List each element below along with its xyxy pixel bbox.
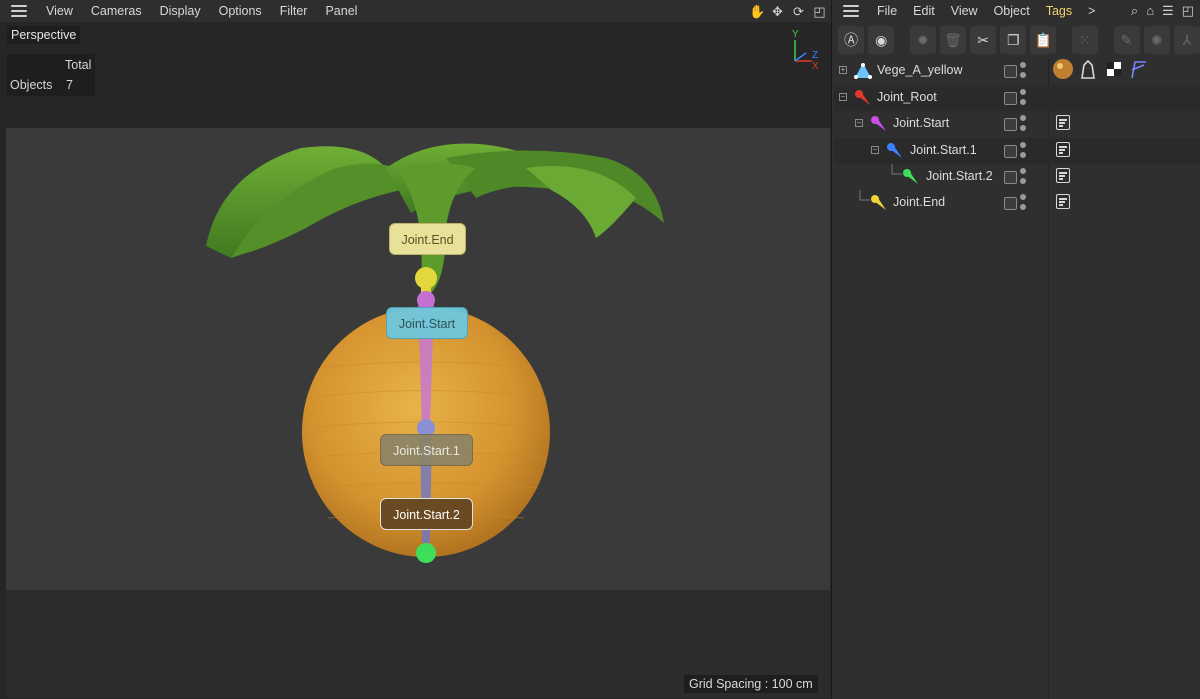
label-joint-start[interactable]: Joint.Start <box>386 307 468 339</box>
object-manager-menubar: File Edit View Object Tags > ⌕ ⌂ ☰ ◰ <box>832 0 1200 22</box>
grid-spacing-readout: Grid Spacing : 100 cm <box>684 675 818 693</box>
home-icon[interactable]: ⌂ <box>1146 3 1154 19</box>
om-menu-tags[interactable]: Tags <box>1038 4 1080 18</box>
joint-icon <box>855 90 870 105</box>
search-icon[interactable]: ⌕ <box>1131 3 1138 19</box>
hamburger-menu-icon[interactable] <box>11 5 27 17</box>
menu-view[interactable]: View <box>37 4 82 18</box>
label-joint-start2[interactable]: Joint.Start.2 <box>380 498 473 530</box>
editor-visibility-icon[interactable] <box>1004 65 1017 78</box>
om-menu-view[interactable]: View <box>943 4 986 18</box>
object-row-joint-start1[interactable]: − Joint.Start.1 <box>834 138 1200 164</box>
filter-icon[interactable]: ☰ <box>1162 3 1174 19</box>
collapse-toggle[interactable]: − <box>855 119 863 127</box>
label-joint-start1[interactable]: Joint.Start.1 <box>380 434 473 466</box>
material-icon[interactable]: ✺ <box>1143 26 1170 54</box>
visibility-dots-icon[interactable] <box>1020 89 1026 107</box>
viewport-sky <box>6 22 830 128</box>
object-row-joint-end[interactable]: Joint.End <box>834 190 1200 216</box>
object-mode-icon[interactable]: Ⓐ <box>838 26 865 54</box>
visibility-dots-icon[interactable] <box>1020 62 1026 80</box>
object-row-joint-root[interactable]: − Joint_Root <box>834 85 1200 111</box>
editor-visibility-icon[interactable] <box>1004 118 1017 131</box>
stats-row-value: 7 <box>66 78 73 92</box>
visibility-dots-icon[interactable] <box>1020 168 1026 186</box>
collapse-toggle[interactable]: − <box>871 146 879 154</box>
stats-row-label: Objects <box>10 78 53 92</box>
trash-icon[interactable]: 🗑 <box>939 26 967 54</box>
menu-cameras[interactable]: Cameras <box>82 4 151 18</box>
rotate-icon[interactable]: ⟳ <box>791 4 806 19</box>
joint-icon <box>871 195 886 210</box>
object-row-vege[interactable]: + Vege_A_yellow <box>834 58 1200 84</box>
object-name: Joint.Start.2 <box>926 169 993 183</box>
joint-icon[interactable]: ⅄ <box>1173 26 1200 54</box>
group-icon[interactable]: ⁙ <box>1071 26 1099 54</box>
axis-z-label: Z <box>812 50 818 61</box>
viewport-menubar: View Cameras Display Options Filter Pane… <box>0 0 831 22</box>
object-name: Joint.End <box>893 195 946 209</box>
editor-visibility-icon[interactable] <box>1004 145 1017 158</box>
axis-y-label: Y <box>792 29 799 40</box>
stats-overlay: Total Objects 7 <box>7 54 95 96</box>
visibility-dots-icon[interactable] <box>1020 115 1026 133</box>
weight-tag-icon[interactable] <box>1056 115 1070 130</box>
edit-tag-icon[interactable]: ✎ <box>1113 26 1140 54</box>
label-joint-end[interactable]: Joint.End <box>389 223 466 255</box>
editor-visibility-icon[interactable] <box>1004 197 1017 210</box>
visibility-dots-icon[interactable] <box>1020 194 1026 212</box>
mesh-object-icon <box>854 63 872 79</box>
weight-tag-icon[interactable] <box>1056 194 1070 209</box>
menu-filter[interactable]: Filter <box>271 4 317 18</box>
joint-icon <box>871 116 886 131</box>
maximize-icon[interactable]: ◰ <box>812 4 827 19</box>
expand-toggle[interactable]: + <box>839 66 847 74</box>
object-name: Joint.Start.1 <box>910 143 977 157</box>
joint-start2-node[interactable] <box>416 543 436 563</box>
joint-icon <box>887 143 902 158</box>
weight-tag-icon[interactable] <box>1056 168 1070 183</box>
menu-panel[interactable]: Panel <box>316 4 366 18</box>
object-manager-toolbar: Ⓐ ◉ ✹ 🗑 ✂ ❐ 📋 ⁙ ✎ ✺ ⅄ <box>838 24 1200 56</box>
om-menu-edit[interactable]: Edit <box>905 4 943 18</box>
camera-label: Perspective <box>7 26 81 44</box>
object-row-joint-start2[interactable]: Joint.Start.2 <box>834 164 1200 190</box>
joint-end-node[interactable] <box>415 267 437 289</box>
vege-tags[interactable] <box>1052 58 1152 82</box>
new-window-icon[interactable]: ◰ <box>1182 3 1194 19</box>
cut-icon[interactable]: ✂ <box>970 26 997 54</box>
visibility-mode-icon[interactable]: ◉ <box>868 26 895 54</box>
hand-icon[interactable]: ✋ <box>749 4 765 19</box>
leaves <box>206 143 664 293</box>
object-name: Joint_Root <box>877 90 937 104</box>
editor-visibility-icon[interactable] <box>1004 171 1017 184</box>
axis-x-label: X <box>812 61 819 72</box>
object-name: Joint.Start <box>893 116 950 130</box>
object-name: Vege_A_yellow <box>877 63 963 77</box>
om-menu-file[interactable]: File <box>869 4 905 18</box>
editor-visibility-icon[interactable] <box>1004 92 1017 105</box>
menu-display[interactable]: Display <box>151 4 210 18</box>
paste-icon[interactable]: 📋 <box>1030 26 1057 54</box>
copy-icon[interactable]: ❐ <box>1000 26 1027 54</box>
menu-options[interactable]: Options <box>210 4 271 18</box>
om-hamburger-menu-icon[interactable] <box>843 5 859 17</box>
move-icon[interactable]: ✥ <box>770 4 785 19</box>
object-list: + Vege_A_yellow − Joint_Root − Joint.Sta… <box>834 58 1200 699</box>
visibility-dots-icon[interactable] <box>1020 142 1026 160</box>
axis-gizmo: Y Z X <box>792 29 819 72</box>
weight-tag-icon[interactable] <box>1056 142 1070 157</box>
collapse-toggle[interactable]: − <box>839 93 847 101</box>
om-menu-object[interactable]: Object <box>986 4 1038 18</box>
stats-header: Total <box>65 58 92 72</box>
object-row-joint-start[interactable]: − Joint.Start <box>834 111 1200 137</box>
om-menu-more[interactable]: > <box>1080 4 1103 18</box>
settings-gear-icon[interactable]: ✹ <box>909 26 936 54</box>
joint-icon <box>903 169 918 184</box>
